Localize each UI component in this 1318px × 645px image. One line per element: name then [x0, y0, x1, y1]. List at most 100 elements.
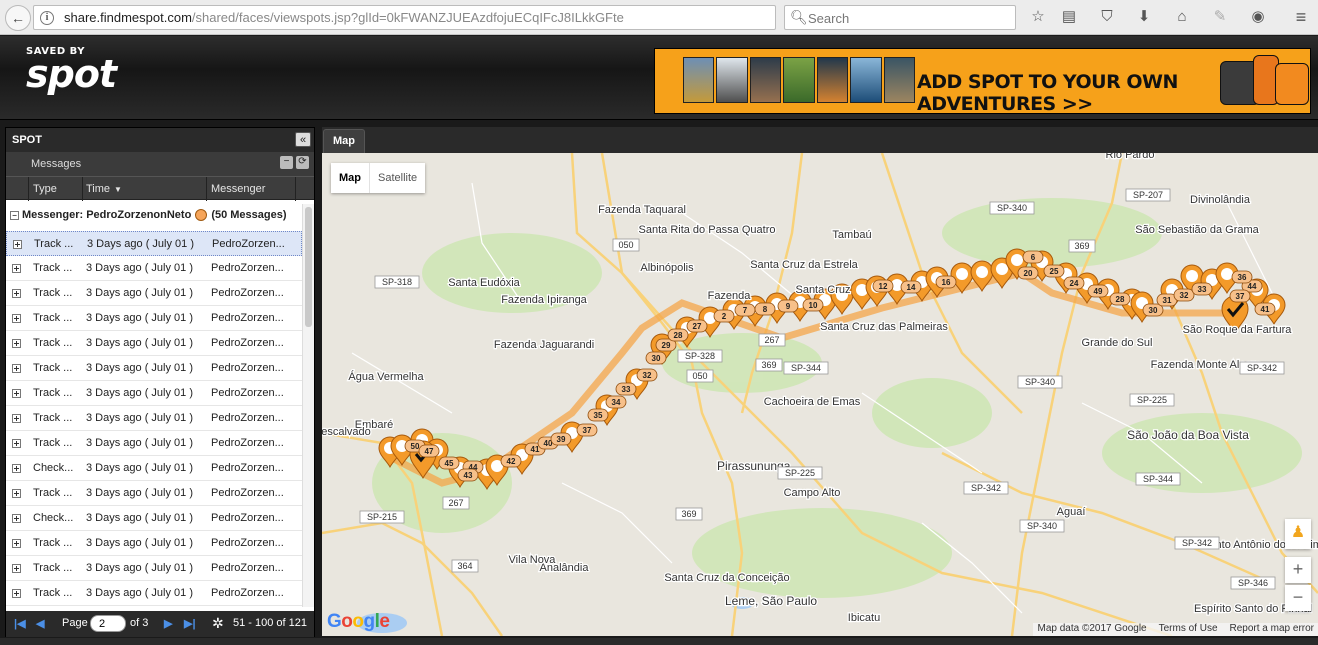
messenger-group[interactable]: − Messenger: PedroZorzenonNeto (50 Message… — [6, 204, 302, 230]
collapse-panel-icon[interactable]: « — [295, 132, 311, 147]
report-link[interactable]: Report a map error — [1230, 623, 1314, 636]
marker-number-badge[interactable]: 2 — [713, 309, 735, 323]
expand-row-icon[interactable] — [12, 389, 21, 398]
next-page-icon[interactable]: ▶ — [164, 617, 172, 630]
info-icon[interactable]: i — [40, 11, 54, 25]
marker-number-badge[interactable]: 35 — [587, 408, 609, 422]
pegman-icon[interactable]: ♟ — [1285, 519, 1311, 549]
message-row[interactable]: Track ... 3 Days ago ( July 01 ) PedroZorz… — [6, 481, 302, 506]
expand-row-icon[interactable] — [13, 240, 22, 249]
expand-row-icon[interactable] — [12, 264, 21, 273]
back-button[interactable]: ← — [5, 5, 31, 31]
refresh-icon[interactable]: ⟳ — [296, 156, 309, 169]
expand-row-icon[interactable] — [12, 314, 21, 323]
message-row[interactable]: Check... 3 Days ago ( July 01 ) PedroZorze… — [6, 506, 302, 531]
marker-number-badge[interactable]: 24 — [1063, 276, 1085, 290]
reading-list-icon[interactable]: ▤ — [1060, 8, 1078, 26]
marker-number-badge[interactable]: 37 — [576, 423, 598, 437]
col-time[interactable]: Time — [86, 183, 110, 195]
last-page-icon[interactable]: ▶| — [184, 617, 196, 630]
zoom-out-button[interactable]: − — [1285, 585, 1311, 611]
marker-number-badge[interactable]: 16 — [935, 275, 957, 289]
extension-icon[interactable]: ✎ — [1211, 8, 1229, 26]
expand-row-icon[interactable] — [12, 489, 21, 498]
marker-number-badge[interactable]: 14 — [900, 280, 922, 294]
message-row[interactable]: Track ... 3 Days ago ( July 01 ) PedroZorz… — [6, 556, 302, 581]
marker-number-badge[interactable]: 6 — [1022, 250, 1044, 264]
marker-number-badge[interactable]: 39 — [550, 432, 572, 446]
message-row[interactable]: Track ... 3 Days ago ( July 01 ) PedroZorz… — [6, 431, 302, 456]
message-row[interactable]: Track ... 3 Days ago ( July 01 ) PedroZorz… — [6, 531, 302, 556]
message-row[interactable]: Track ... 3 Days ago ( July 01 ) PedroZorz… — [6, 356, 302, 381]
expand-row-icon[interactable] — [12, 414, 21, 423]
prev-page-icon[interactable]: ◀ — [36, 617, 44, 630]
expand-row-icon[interactable] — [12, 539, 21, 548]
marker-number-badge[interactable]: 10 — [802, 298, 824, 312]
marker-number-badge[interactable]: 32 — [636, 368, 658, 382]
message-row[interactable]: Track ... 3 Days ago ( July 01 ) PedroZorz… — [6, 306, 302, 331]
page-input[interactable] — [90, 615, 126, 632]
url-bar[interactable]: i share.findmespot.com/shared/faces/view… — [33, 5, 798, 30]
minimize-icon[interactable]: − — [280, 156, 293, 169]
marker-number-badge[interactable]: 37 — [1229, 289, 1251, 303]
refresh-icon[interactable]: ✲ — [212, 615, 224, 632]
marker-number-badge[interactable]: 33 — [1191, 282, 1213, 296]
marker-number-badge[interactable]: 32 — [1173, 288, 1195, 302]
marker-number-badge[interactable]: 47 — [418, 444, 440, 458]
marker-number-badge[interactable]: 45 — [438, 456, 460, 470]
message-row[interactable]: Track ... 3 Days ago ( July 01 ) PedroZorz… — [6, 281, 302, 306]
expand-row-icon[interactable] — [12, 439, 21, 448]
marker-number-badge[interactable]: 9 — [777, 299, 799, 313]
message-row[interactable]: Check... 3 Days ago ( July 01 ) PedroZorze… — [6, 456, 302, 481]
search-input[interactable]: 🔍︎ Search — [784, 5, 1016, 30]
ad-banner[interactable]: ADD SPOT TO YOUR OWN ADVENTURES >> — [654, 48, 1311, 114]
marker-number-badge[interactable]: 25 — [1043, 264, 1065, 278]
download-icon[interactable]: ⬇ — [1135, 8, 1153, 26]
marker-number-badge[interactable]: 7 — [734, 303, 756, 317]
marker-number-badge[interactable]: 49 — [1087, 284, 1109, 298]
terms-link[interactable]: Terms of Use — [1159, 623, 1218, 636]
marker-number-badge[interactable]: 41 — [1254, 302, 1276, 316]
expand-row-icon[interactable] — [12, 364, 21, 373]
message-row[interactable]: Track ... 3 Days ago ( July 01 ) PedroZorz… — [6, 331, 302, 356]
home-icon[interactable]: ⌂ — [1173, 8, 1191, 26]
zoom-in-button[interactable]: + — [1285, 557, 1311, 583]
expand-row-icon[interactable] — [12, 289, 21, 298]
message-row[interactable]: Track ... 3 Days ago ( July 01 ) PedroZorz… — [6, 381, 302, 406]
message-row[interactable]: Track ... 3 Days ago ( July 01 ) PedroZorz… — [6, 406, 302, 431]
message-row[interactable]: Track ... 3 Days ago ( July 01 ) PedroZorz… — [6, 256, 302, 281]
collapse-group-icon[interactable]: − — [10, 210, 19, 220]
first-page-icon[interactable]: |◀ — [14, 617, 26, 630]
expand-row-icon[interactable] — [12, 514, 21, 523]
tab-map[interactable]: Map — [323, 129, 365, 153]
menu-icon[interactable]: ≡ — [1292, 8, 1310, 26]
addon-icon[interactable]: ◉ — [1249, 8, 1267, 26]
col-messenger[interactable]: Messenger — [211, 183, 265, 195]
map-type-map[interactable]: Map — [331, 163, 369, 193]
marker-number-badge[interactable]: 43 — [457, 468, 479, 482]
message-row[interactable]: Track ... 3 Days ago ( July 01 ) PedroZorz… — [6, 231, 302, 256]
marker-number-badge[interactable]: 8 — [754, 302, 776, 316]
message-row[interactable]: Track ... 3 Days ago ( July 01 ) PedroZorz… — [6, 581, 302, 606]
marker-number-badge[interactable]: 30 — [1142, 303, 1164, 317]
map-canvas[interactable]: 50 47 45 44 43 42 41 40 39 37 35 34 33 32 30 29 28 27 2 7 8 9… — [322, 153, 1318, 636]
expand-row-icon[interactable] — [12, 464, 21, 473]
bookmark-star-icon[interactable]: ☆ — [1029, 8, 1047, 26]
marker-number-badge[interactable]: 34 — [605, 395, 627, 409]
marker-number-badge[interactable]: 28 — [1109, 292, 1131, 306]
marker-number-badge[interactable]: 20 — [1017, 266, 1039, 280]
expand-row-icon[interactable] — [12, 589, 21, 598]
google-logo[interactable]: Google — [327, 611, 390, 633]
expand-row-icon[interactable] — [12, 564, 21, 573]
marker-number-badge[interactable]: 42 — [500, 454, 522, 468]
map-type-satellite[interactable]: Satellite — [369, 163, 425, 193]
col-type[interactable]: Type — [33, 183, 57, 195]
marker-number-badge[interactable]: 30 — [645, 351, 667, 365]
list-scrollbar[interactable] — [302, 204, 314, 607]
marker-number-badge[interactable]: 33 — [615, 382, 637, 396]
marker-number-badge[interactable]: 27 — [686, 319, 708, 333]
pocket-icon[interactable]: ⛉ — [1098, 8, 1116, 26]
marker-number-badge[interactable]: 28 — [667, 328, 689, 342]
marker-number-badge[interactable]: 12 — [872, 279, 894, 293]
marker-number-badge[interactable]: 36 — [1231, 270, 1253, 284]
